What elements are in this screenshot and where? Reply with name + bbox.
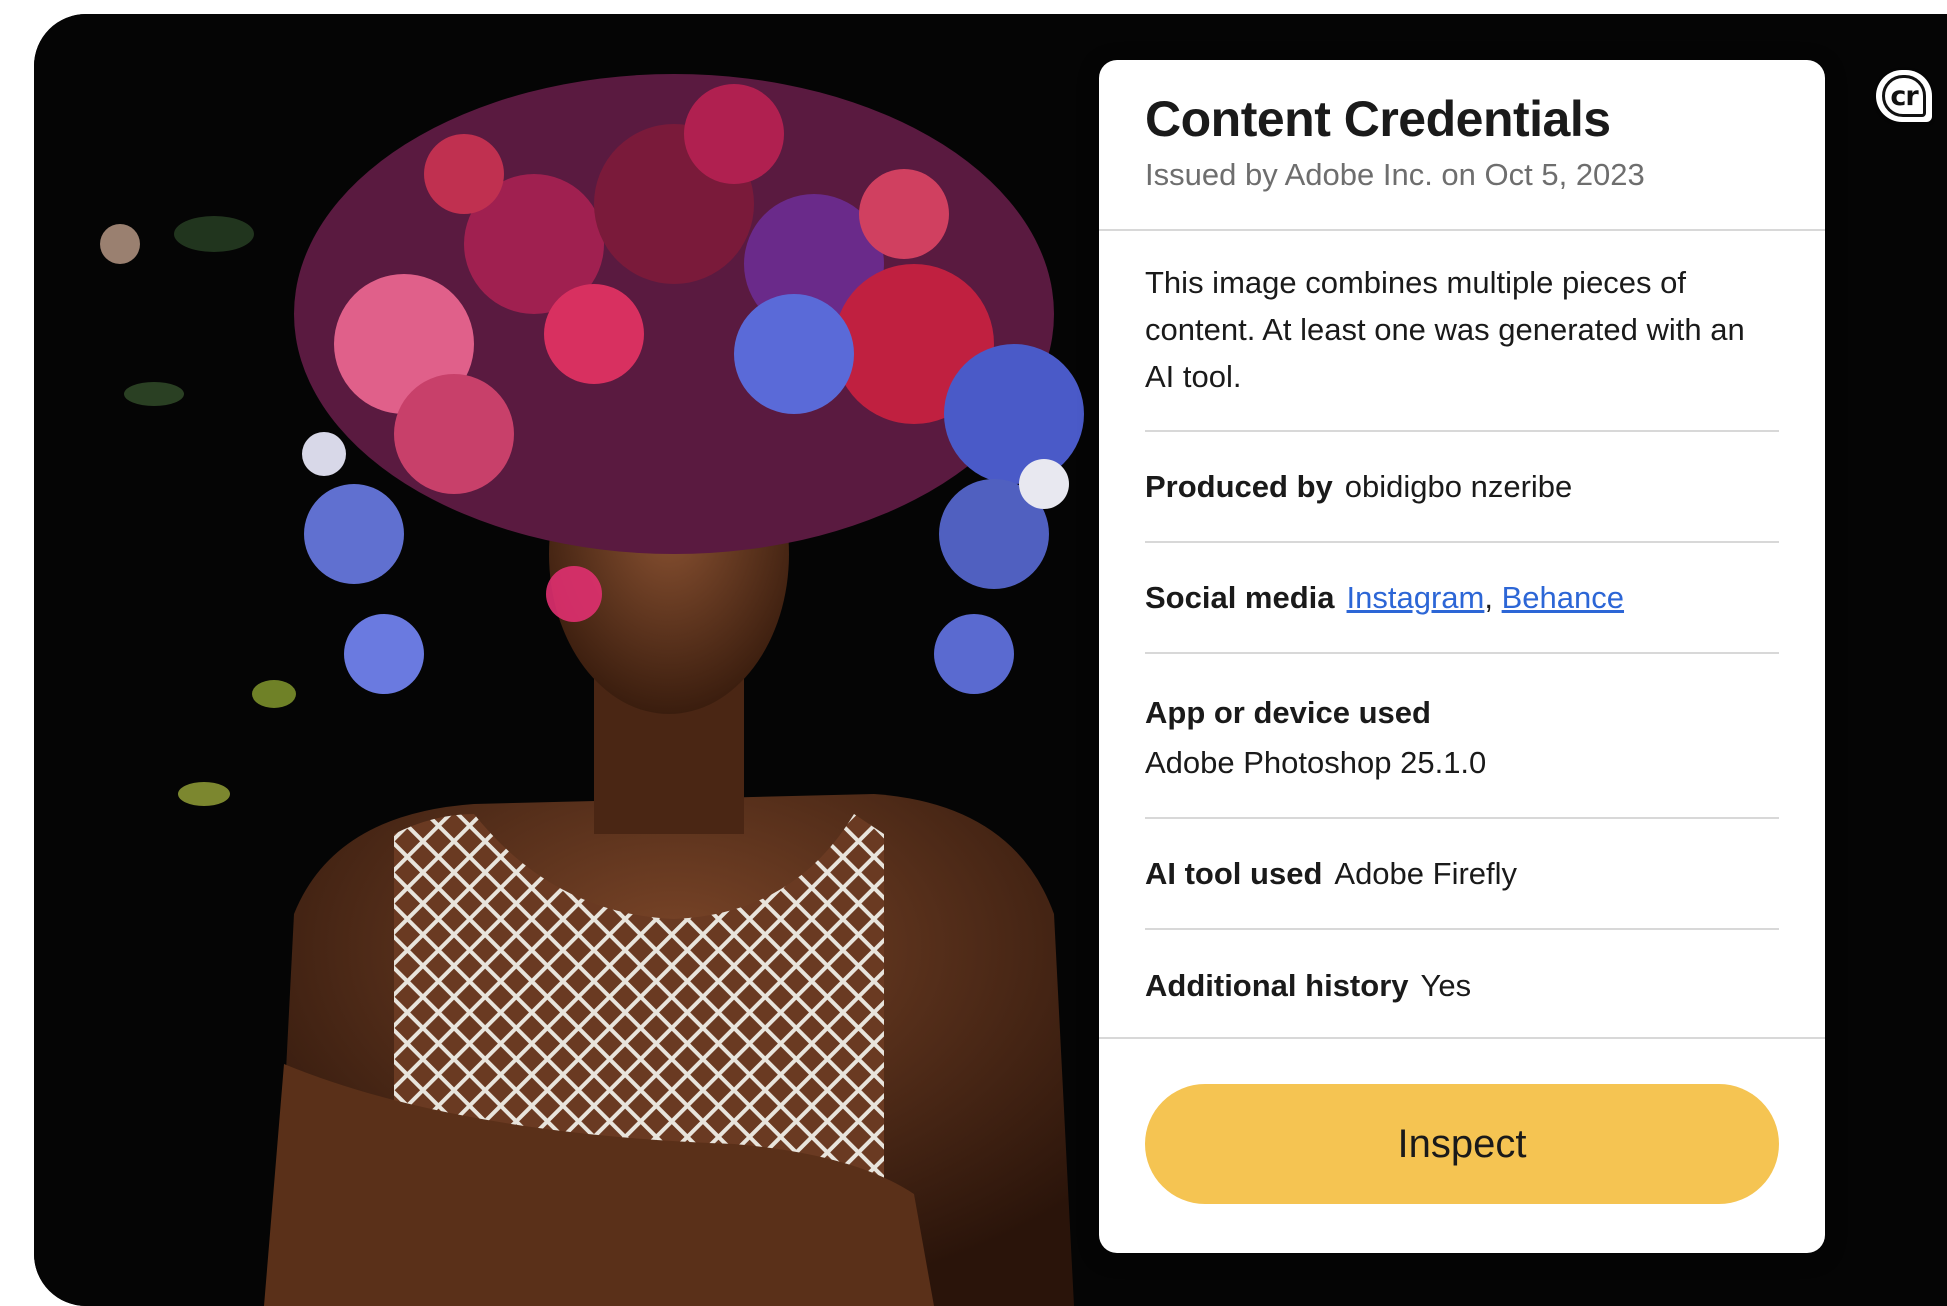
issuer-subtitle: Issued by Adobe Inc. on Oct 5, 2023 [1145, 157, 1645, 192]
content-credentials-panel: Content Credentials Issued by Adobe Inc.… [1099, 60, 1825, 1253]
additional-history-value: Yes [1420, 967, 1472, 1003]
produced-by-row: Produced by obidigbo nzeribe [1145, 432, 1779, 543]
description: This image combines multiple pieces of c… [1145, 231, 1779, 432]
app-device-value: Adobe Photoshop 25.1.0 [1145, 745, 1487, 780]
panel-title: Content Credentials [1145, 91, 1611, 147]
instagram-link[interactable]: Instagram [1347, 580, 1485, 616]
additional-history-row: Additional history Yes [1145, 930, 1779, 1041]
link-separator: , [1484, 579, 1493, 615]
ai-tool-label: AI tool used [1145, 855, 1323, 891]
inspect-button[interactable]: Inspect [1145, 1084, 1779, 1204]
app-device-label: App or device used [1145, 695, 1431, 730]
panel-header: Content Credentials Issued by Adobe Inc.… [1099, 60, 1825, 231]
ai-tool-row: AI tool used Adobe Firefly [1145, 819, 1779, 930]
ai-tool-value: Adobe Firefly [1334, 855, 1518, 891]
app-device-row: App or device used Adobe Photoshop 25.1.… [1145, 654, 1779, 819]
content-credentials-badge-icon[interactable]: cr [1876, 70, 1932, 122]
produced-by-label: Produced by [1145, 468, 1333, 504]
social-media-label: Social media [1145, 579, 1335, 615]
additional-history-label: Additional history [1145, 967, 1409, 1003]
social-media-row: Social media Instagram, Behance [1145, 543, 1779, 654]
behance-link[interactable]: Behance [1502, 580, 1624, 616]
panel-body: This image combines multiple pieces of c… [1099, 231, 1825, 1041]
cr-badge-label: cr [1882, 75, 1926, 117]
produced-by-value: obidigbo nzeribe [1344, 468, 1573, 504]
panel-footer: Inspect [1099, 1037, 1825, 1253]
